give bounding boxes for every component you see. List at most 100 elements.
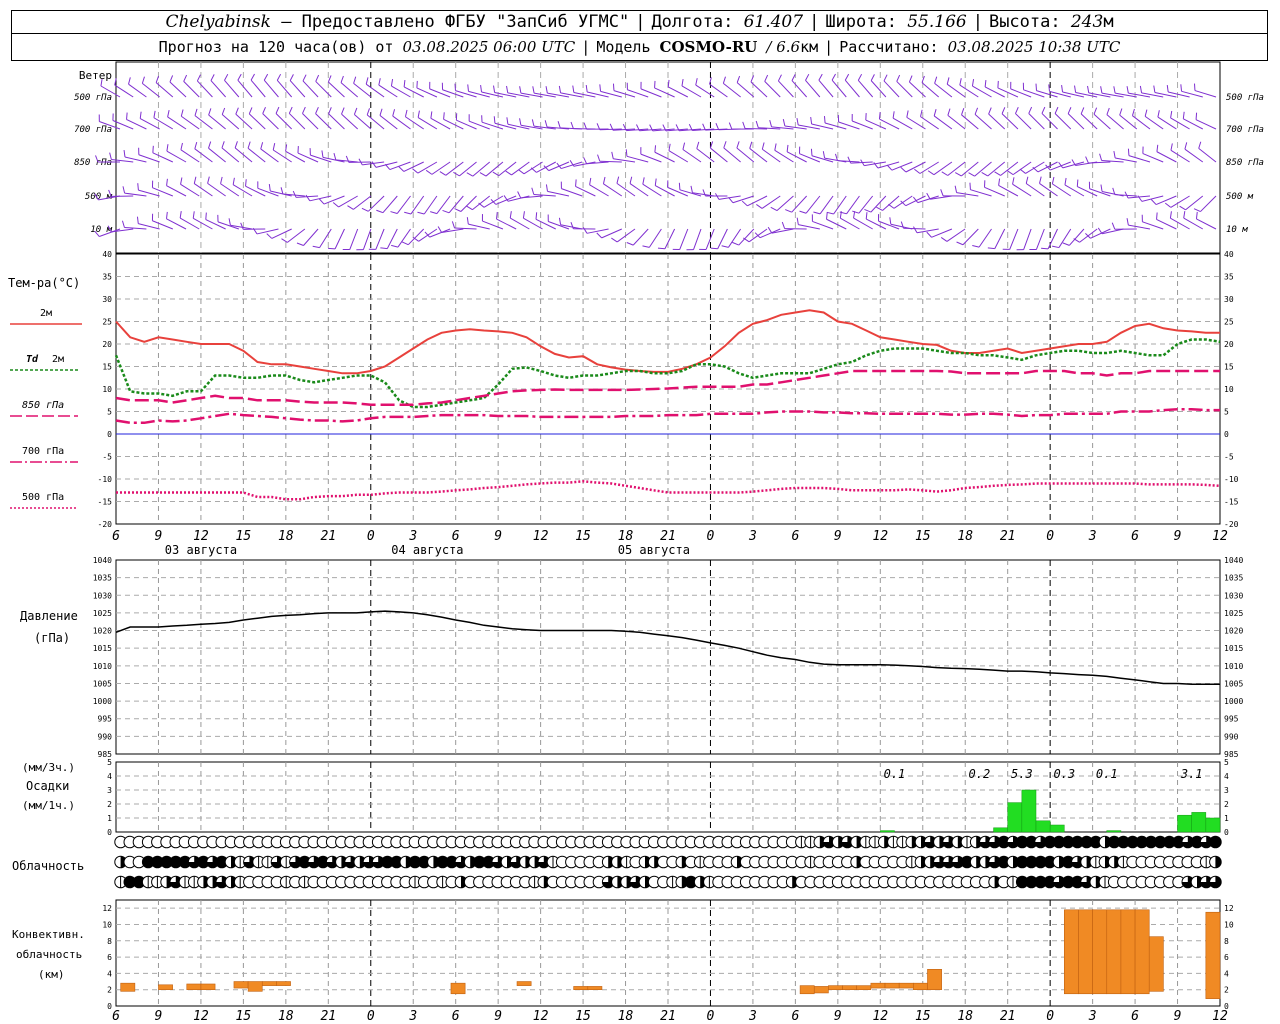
- conv-xtick: 0: [1046, 1009, 1054, 1024]
- day-label: 04 августа: [391, 543, 463, 557]
- conv-ytick-left: 2: [107, 986, 112, 995]
- wind-barb-flag: [126, 112, 128, 120]
- wind-barb-flag: [288, 106, 293, 114]
- wind-barb-flag: [926, 192, 931, 200]
- wind-barb-flag: [390, 79, 394, 87]
- wind-barb-flag: [531, 119, 535, 127]
- wind-barb-flag: [467, 84, 469, 92]
- wind-barb-flag: [908, 75, 913, 83]
- wind-barb-flag: [988, 107, 992, 115]
- wind-barb: [315, 81, 332, 98]
- wind-barb-flag: [558, 217, 562, 225]
- wind-level-right: 10 м: [1226, 225, 1248, 235]
- conv-xtick: 15: [236, 1009, 252, 1024]
- wind-barb: [696, 148, 715, 163]
- conv-bar: [200, 983, 216, 990]
- wind-barb-flag: [886, 164, 893, 171]
- conv-xtick: 12: [1212, 1009, 1228, 1024]
- conv-bar: [799, 985, 815, 995]
- wind-barb: [1128, 224, 1151, 230]
- wind-barb-flag: [332, 202, 339, 208]
- pres-ytick-left: 1030: [93, 591, 112, 600]
- wind-barb-flag: [657, 247, 665, 250]
- wind-barb-flag: [888, 203, 895, 209]
- wind-barb: [1093, 113, 1111, 130]
- conv-xtick: 3: [748, 1009, 757, 1024]
- wind-barb-flag: [1051, 176, 1055, 184]
- wind-barb-flag: [262, 107, 266, 114]
- wind-barb: [723, 147, 741, 163]
- conv-ytick-left: 10: [102, 920, 112, 929]
- wind-barb-flag: [826, 212, 828, 220]
- wind-barb-flag: [123, 150, 126, 158]
- wind-barb-flag: [914, 168, 921, 174]
- wind-barb-flag: [557, 121, 561, 128]
- wind-barb-flag: [1170, 110, 1173, 118]
- temp-ytick-right: 35: [1224, 273, 1234, 282]
- wind-barb-flag: [1048, 84, 1050, 92]
- wind-barb-flag: [616, 176, 620, 184]
- conv-title-1: Конвективн.: [12, 928, 85, 941]
- wind-barb: [208, 147, 226, 163]
- wind-barb-flag: [1007, 170, 1014, 176]
- legend-2m-label: 2м: [40, 308, 52, 319]
- temp-xtick: 6: [791, 529, 799, 544]
- wind-barb-flag: [896, 74, 901, 82]
- wind-barb: [947, 114, 966, 130]
- wind-barb-flag: [769, 119, 773, 128]
- precip-bar: [1007, 802, 1023, 833]
- temp-xtick: 0: [1046, 529, 1054, 544]
- conv-xtick: 3: [408, 1009, 417, 1024]
- precip-3h-label: 0.3: [1053, 767, 1075, 781]
- temp-xtick: 6: [452, 529, 460, 544]
- temp-xtick: 15: [575, 529, 591, 544]
- pres-ytick-right: 1040: [1224, 556, 1243, 565]
- temp-xtick: 3: [1088, 529, 1097, 544]
- wind-barb-flag: [756, 204, 763, 209]
- wind-barb-flag: [247, 141, 251, 149]
- wind-barb-flag: [378, 78, 381, 86]
- temp-xtick: 18: [957, 529, 973, 544]
- prec-ytick-right: 0: [1224, 828, 1229, 837]
- wind-barb-flag: [1073, 238, 1080, 243]
- wind-barb-flag: [532, 86, 535, 94]
- wind-title: Ветер: [79, 69, 112, 82]
- wind-barb: [328, 81, 345, 98]
- wind-barb: [883, 80, 900, 98]
- wind-barb-flag: [750, 75, 755, 83]
- temp-xtick: 15: [915, 529, 931, 544]
- wind-barb-flag: [695, 78, 698, 86]
- cloud-title: Облачность: [12, 859, 84, 873]
- wind-barb-flag: [1028, 106, 1033, 114]
- wind-barb-flag: [404, 109, 408, 117]
- temp-xtick: 12: [872, 529, 888, 544]
- wind-barb-flag: [466, 205, 473, 211]
- wind-barb: [208, 114, 226, 130]
- wind-barb-flag: [777, 74, 782, 82]
- temp-xtick: 21: [320, 529, 336, 544]
- wind-barb: [297, 152, 319, 163]
- wind-barb-flag: [530, 167, 537, 173]
- wind-barb: [1075, 92, 1098, 98]
- wind-barb-flag: [384, 163, 391, 170]
- wind-barb-flag: [166, 211, 168, 219]
- wind-barb-flag: [1067, 107, 1072, 114]
- wind-barb-flag: [136, 216, 139, 224]
- wind-barb-flag: [318, 198, 325, 205]
- wind-barb: [468, 120, 490, 130]
- temp-ytick-left: -20: [98, 520, 113, 529]
- wind-barb: [1077, 186, 1098, 197]
- wind-barb: [946, 228, 966, 242]
- wind-barb: [194, 115, 213, 130]
- wind-barb-flag: [818, 73, 823, 81]
- wind-barb: [1200, 195, 1217, 212]
- wind-barb-flag: [642, 177, 645, 185]
- temp-ytick-left: 0: [107, 430, 112, 439]
- wind-barb-flag: [193, 176, 197, 184]
- wind-barb-flag: [315, 106, 319, 114]
- wind-barb: [833, 195, 847, 215]
- wind-barb-flag: [857, 73, 863, 81]
- wind-barb: [1009, 228, 1019, 250]
- wind-barb-flag: [544, 120, 548, 128]
- wind-barb-flag: [167, 110, 170, 118]
